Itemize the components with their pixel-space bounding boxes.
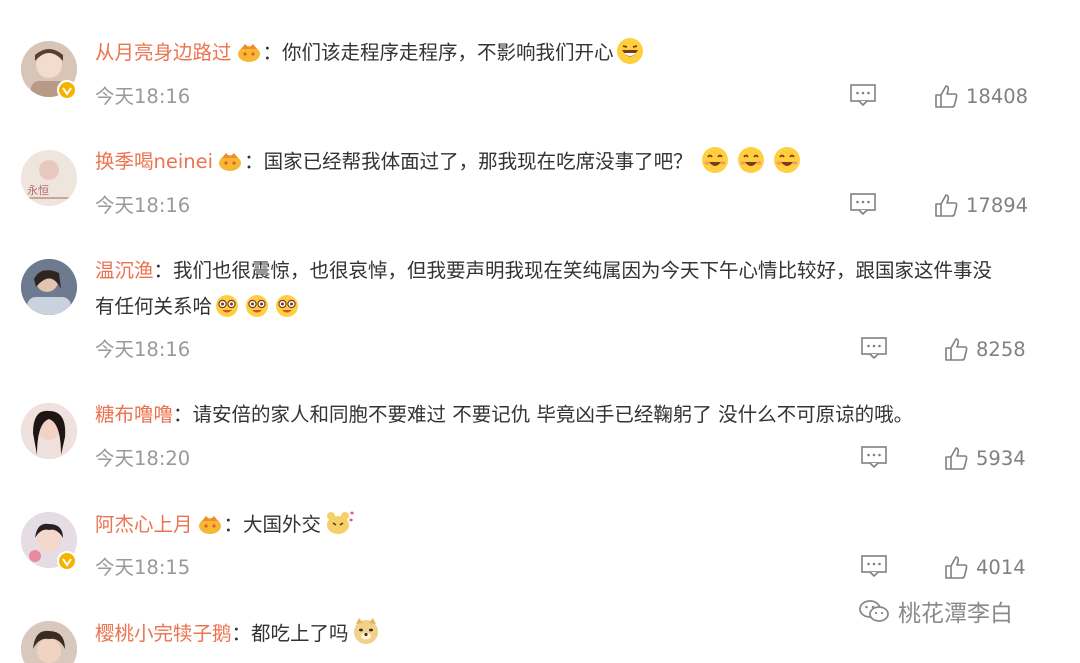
username-link[interactable]: 糖布噜噜 (95, 403, 173, 426)
comment-text: 换季喝neinei ：国家已经帮我体面过了，那我现在吃席没事了吧？ (95, 145, 1040, 179)
comment-body: 国家已经帮我体面过了，那我现在吃席没事了吧？ (263, 150, 693, 173)
comment-body: 我们也很震惊，也很哀悼，但我要声明我现在笑纯属因为今天下午心情比较好，跟国家这件… (173, 259, 993, 282)
verified-badge-icon (57, 80, 77, 100)
comment-feed: 从月亮身边路过 ：你们该走程序走程序，不影响我们开心 今天18:16 18408 … (0, 0, 1080, 663)
like-count: 18408 (966, 84, 1029, 108)
avatar[interactable] (21, 259, 77, 315)
username-link[interactable]: 温沉渔 (95, 259, 154, 282)
like-button[interactable]: 8258 (944, 337, 1026, 361)
reply-icon[interactable] (861, 446, 887, 469)
watermark: 桃花潭李白 (858, 594, 1013, 628)
avatar[interactable]: 永恒 (21, 150, 77, 206)
reply-icon[interactable] (861, 337, 887, 360)
laugh-cry-emoji-icon (214, 293, 240, 319)
reply-icon[interactable] (850, 84, 876, 107)
thumbs-up-icon (945, 556, 968, 579)
username-link[interactable]: 换季喝neinei (95, 150, 213, 173)
comment-text: 温沉渔：我们也很震惊，也很哀悼，但我要声明我现在笑纯属因为今天下午心情比较好，跟… (95, 259, 993, 282)
hamster-emoji-icon (323, 507, 355, 537)
crown-badge-icon (236, 41, 262, 63)
laugh-emoji-icon (616, 37, 644, 65)
svg-text:永恒: 永恒 (27, 183, 49, 197)
like-count: 5934 (976, 446, 1026, 470)
reply-icon[interactable] (861, 555, 887, 578)
comment-time: 今天18:16 (95, 194, 191, 217)
comment-body-2: 有任何关系哈 (95, 295, 213, 318)
username-link[interactable]: 樱桃小完犊子鹅 (95, 622, 232, 645)
watermark-text: 桃花潭李白 (898, 601, 1013, 627)
wechat-icon (859, 600, 889, 622)
like-count: 4014 (976, 555, 1026, 579)
like-count: 17894 (966, 193, 1029, 217)
username-link[interactable]: 阿杰心上月 (95, 513, 193, 536)
crown-badge-icon (217, 150, 243, 172)
laugh-cry-emoji-icon (244, 293, 270, 319)
thumbs-up-icon (945, 447, 968, 470)
like-count: 8258 (976, 337, 1026, 361)
like-button[interactable]: 4014 (944, 555, 1026, 579)
like-button[interactable]: 17894 (934, 193, 1028, 217)
thumbs-up-icon (945, 338, 968, 361)
reply-icon[interactable] (850, 193, 876, 216)
avatar[interactable] (21, 403, 77, 459)
like-button[interactable]: 18408 (934, 84, 1028, 108)
comment-time: 今天18:15 (95, 556, 191, 579)
verified-badge-icon (57, 551, 77, 571)
comment-body: 都吃上了吗 (251, 622, 349, 645)
smile-emoji-icon (737, 146, 765, 174)
comment-time: 今天18:16 (95, 338, 191, 361)
comment-text: 从月亮身边路过 ：你们该走程序走程序，不影响我们开心 (95, 36, 1040, 70)
crown-badge-icon (197, 513, 223, 535)
doge-emoji-icon (351, 616, 381, 646)
username-link[interactable]: 从月亮身边路过 (95, 41, 232, 64)
like-button[interactable]: 5934 (944, 446, 1026, 470)
comment-body: 请安倍的家人和同胞不要难过 不要记仇 毕竟凶手已经鞠躬了 没什么不可原谅的哦。 (192, 403, 914, 426)
smile-emoji-icon (773, 146, 801, 174)
thumbs-up-icon (935, 194, 958, 217)
comment-text: 糖布噜噜：请安倍的家人和同胞不要难过 不要记仇 毕竟凶手已经鞠躬了 没什么不可原… (95, 403, 914, 426)
avatar[interactable] (21, 621, 77, 663)
comment-text-continued: 有任何关系哈 (95, 290, 1040, 324)
thumbs-up-icon (935, 85, 958, 108)
comment-text: 阿杰心上月 ：大国外交 (95, 507, 1040, 542)
comment-body: 你们该走程序走程序，不影响我们开心 (282, 41, 614, 64)
comment-time: 今天18:20 (95, 447, 191, 470)
comment-time: 今天18:16 (95, 85, 191, 108)
smile-emoji-icon (701, 146, 729, 174)
laugh-cry-emoji-icon (274, 293, 300, 319)
comment-body: 大国外交 (243, 513, 322, 536)
